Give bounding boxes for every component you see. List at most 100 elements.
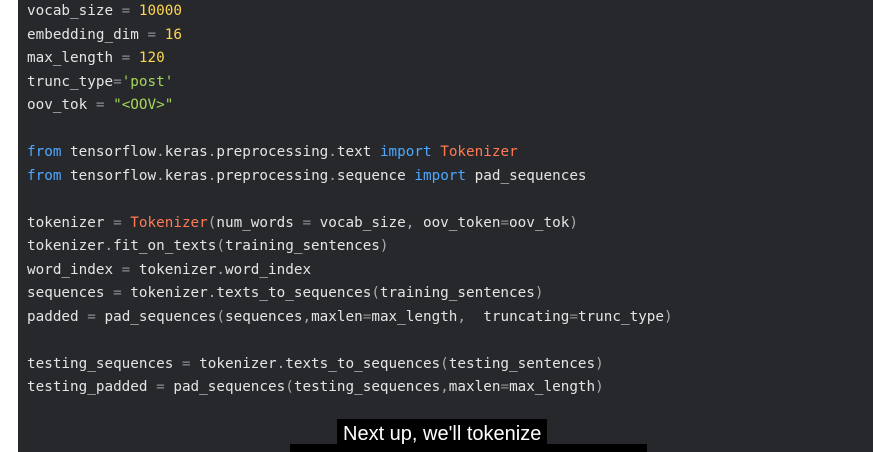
code-token: embedding_dim [27, 26, 139, 43]
code-token: . [216, 261, 225, 278]
code-token: from [27, 167, 62, 184]
code-token: 16 [164, 26, 182, 43]
code-token: pad_sequences [104, 308, 217, 325]
code-token: sequences [225, 308, 303, 325]
code-token: Tokenizer [431, 144, 518, 160]
code-token: , [457, 308, 484, 325]
code-line: trunc_type='post' [27, 71, 673, 95]
code-token: training_sentences [379, 285, 535, 301]
code-token: = [500, 379, 510, 395]
code-token: = [500, 214, 510, 231]
code-token: . [328, 167, 337, 184]
code-token: . [328, 144, 337, 160]
code-token: = [113, 73, 122, 90]
code-token: oov_tok [509, 214, 570, 231]
code-token: sequence [336, 167, 415, 184]
code-token: = [87, 97, 114, 113]
code-token: preprocessing [216, 144, 329, 160]
code-line: vocab_size = 10000 [27, 0, 673, 24]
code-token: word_index [224, 261, 312, 278]
code-line: from tensorflow.keras.preprocessing.sequ… [27, 165, 673, 189]
code-line: sequences = tokenizer.texts_to_sequences… [27, 282, 673, 306]
code-token: ) [534, 285, 544, 301]
code-token: . [156, 167, 165, 184]
code-token: ( [216, 308, 225, 325]
code-line: word_index = tokenizer.word_index [27, 259, 673, 283]
code-token: from [27, 144, 62, 160]
code-token: = [293, 214, 320, 231]
code-token: trunc_type [27, 73, 114, 90]
code-token: testing_sequences [293, 379, 441, 395]
code-token: ( [285, 379, 294, 395]
code-token: = [173, 355, 200, 372]
code-token: testing_sentences [448, 355, 596, 372]
code-token: tokenizer [27, 214, 105, 231]
code-token: . [156, 144, 165, 160]
code-token: = [147, 379, 174, 395]
code-token: , [405, 214, 423, 231]
code-token: = [113, 50, 139, 66]
code-token: tokenizer [130, 285, 208, 301]
code-token: text [336, 144, 380, 160]
code-line: testing_sequences = tokenizer.texts_to_s… [27, 353, 673, 377]
code-token: keras [164, 144, 208, 160]
code-token: 120 [138, 50, 165, 66]
code-token: ) [379, 238, 389, 254]
code-token: maxlen [311, 308, 363, 325]
code-token: trunc_type [577, 308, 665, 325]
code-token: Tokenizer [130, 214, 208, 231]
code-line: tokenizer = Tokenizer(num_words = vocab_… [27, 212, 673, 236]
code-token: , [302, 308, 312, 325]
code-token: truncating [483, 308, 570, 325]
code-token: ( [440, 355, 449, 372]
code-token: . [276, 355, 286, 372]
code-line: embedding_dim = 16 [27, 24, 673, 48]
code-token: ( [216, 238, 225, 254]
code-token: fit_on_texts [113, 238, 217, 254]
code-token: pad_sequences [466, 167, 587, 184]
code-token: texts_to_sequences [285, 355, 441, 372]
code-token: tensorflow [61, 144, 157, 160]
code-token: vocab_size [319, 214, 406, 231]
code-token: "<OOV>" [113, 97, 174, 113]
code-token: ) [569, 214, 578, 231]
code-line: oov_tok = "<OOV>" [27, 94, 673, 118]
code-token: = [138, 26, 165, 43]
code-line: padded = pad_sequences(sequences,maxlen=… [27, 306, 673, 330]
code-line: max_length = 120 [27, 47, 673, 71]
code-token: testing_padded [27, 379, 148, 395]
code-token: ) [664, 308, 673, 325]
code-token: tokenizer [138, 261, 217, 278]
code-token: = [78, 308, 105, 325]
code-line: testing_padded = pad_sequences(testing_s… [27, 376, 673, 400]
code-token: vocab_size [27, 3, 114, 19]
code-token: preprocessing [216, 167, 329, 184]
code-line: tokenizer.fit_on_texts(training_sentence… [27, 235, 673, 259]
code-token: = [113, 3, 139, 19]
code-token: = [113, 261, 139, 278]
code-token: pad_sequences [173, 379, 286, 395]
code-token: keras [164, 167, 208, 184]
code-token: , [440, 379, 449, 395]
code-token: word_index [27, 261, 114, 278]
code-token: testing_sequences [27, 355, 174, 372]
code-token: max_length [371, 308, 458, 325]
code-editor: vocab_size = 10000 embedding_dim = 16 max_… [18, 0, 873, 452]
code-token: num_words [216, 214, 294, 231]
code-token: padded [27, 308, 79, 325]
code-token: maxlen [448, 379, 501, 395]
code-token: oov_tok [27, 97, 88, 113]
code-token: = [569, 308, 578, 325]
code-token: . [104, 238, 114, 254]
code-token: 'post' [121, 73, 174, 90]
code-token: ) [595, 379, 604, 395]
code-token: max_length [27, 50, 114, 66]
code-token: max_length [509, 379, 596, 395]
code-token: tokenizer [199, 355, 277, 372]
code-token: ) [595, 355, 604, 372]
code-token: import [414, 167, 467, 184]
code-token: tensorflow [61, 167, 157, 184]
subtitle-caption: Next up, we'll tokenize [337, 419, 548, 449]
